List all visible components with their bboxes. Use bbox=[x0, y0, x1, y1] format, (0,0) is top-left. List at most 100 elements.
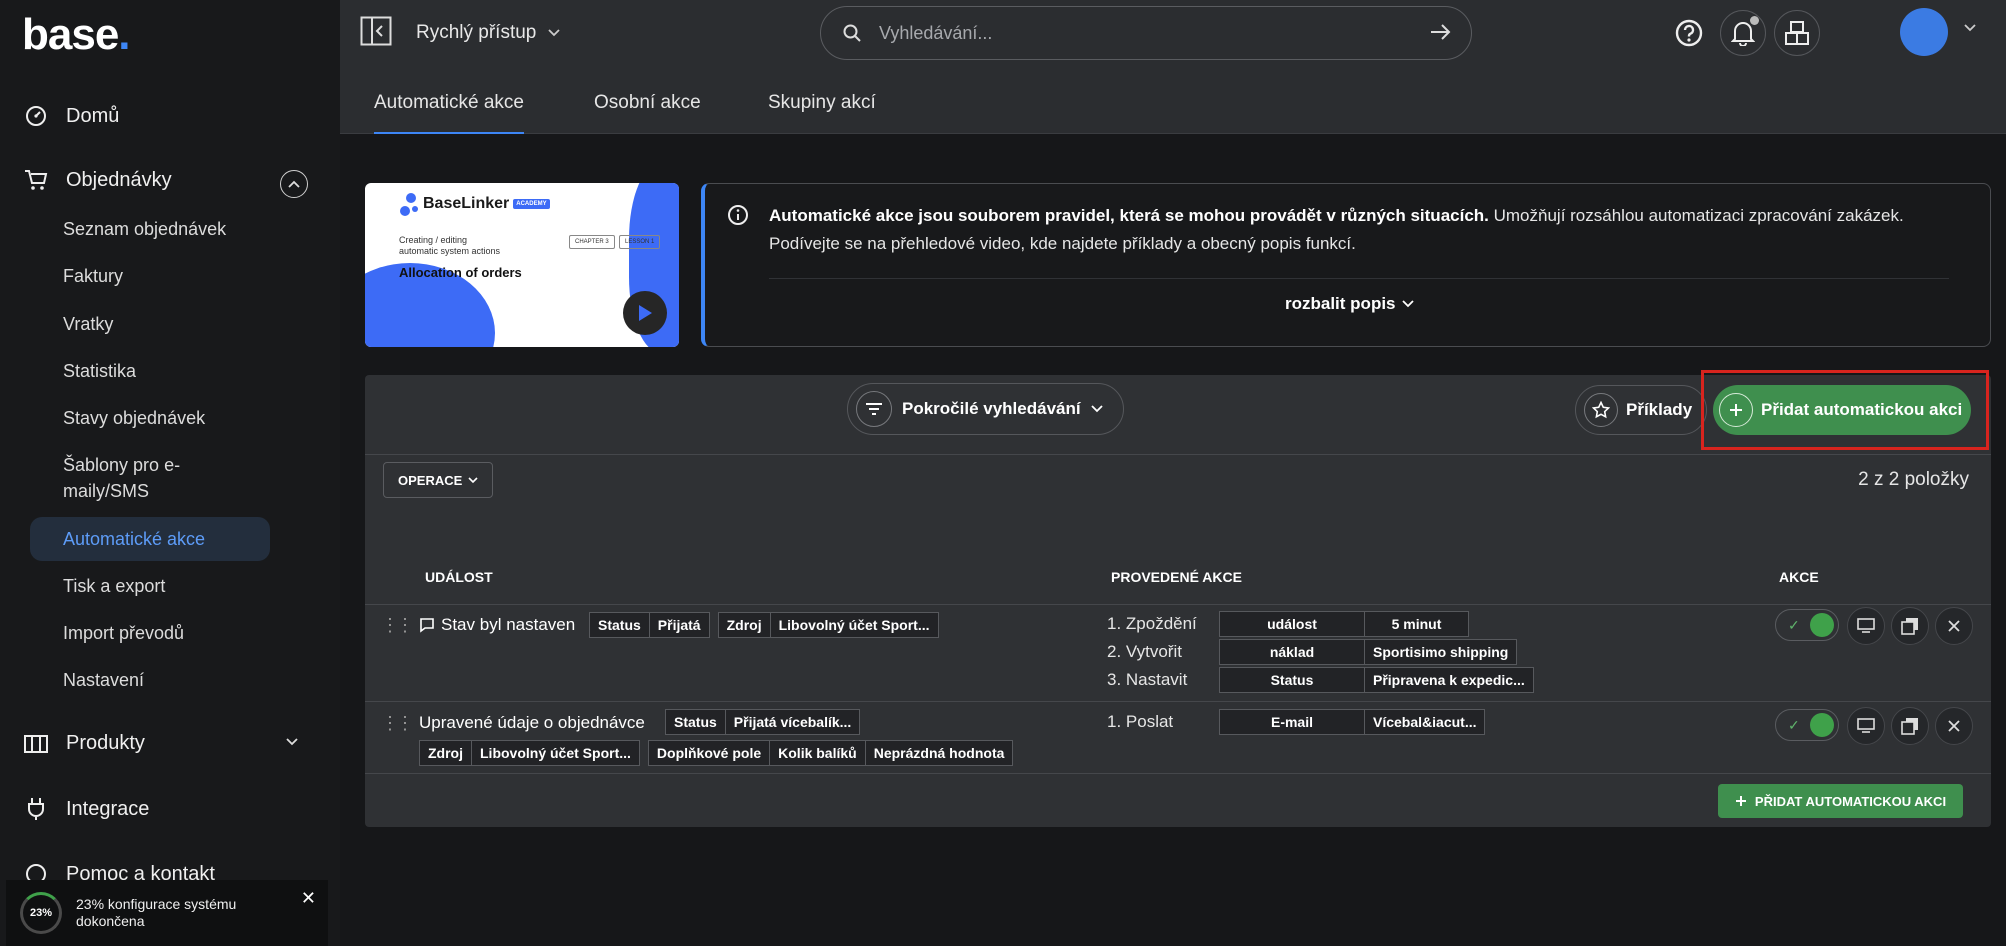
sidebar-item-integrations[interactable]: Integrace bbox=[22, 795, 149, 823]
event-conditions: Status Přijatá Zdroj Libovolný účet Spor… bbox=[589, 612, 939, 638]
sidebar-item-label: Integrace bbox=[66, 797, 150, 820]
event-name: Stav byl nastaven bbox=[419, 615, 575, 635]
sidebar-item-home[interactable]: Domů bbox=[22, 102, 119, 130]
preview-button[interactable] bbox=[1847, 707, 1885, 745]
sidebar-sub-templates[interactable]: Šablony pro e- maily/SMS bbox=[63, 452, 180, 504]
operations-dropdown[interactable]: OPERACE bbox=[383, 462, 494, 498]
search-bar bbox=[820, 6, 1472, 60]
panel-toolbar: Pokročilé vyhledávání Příklady Přidat au… bbox=[365, 370, 1991, 455]
close-icon[interactable]: ✕ bbox=[301, 888, 316, 909]
condition-tag: Status Přijatá bbox=[589, 612, 710, 638]
video-title: Allocation of orders bbox=[399, 265, 522, 280]
delete-button[interactable] bbox=[1935, 607, 1973, 645]
tab-action-groups[interactable]: Skupiny akcí bbox=[768, 92, 876, 114]
performed-action: 3. Nastavit Status Připravena k expedic.… bbox=[1107, 667, 1534, 693]
sidebar-sub-order-list[interactable]: Seznam objednávek bbox=[63, 216, 226, 242]
notifications-button[interactable] bbox=[1720, 10, 1766, 56]
dashboard-icon bbox=[22, 102, 50, 130]
apps-button[interactable] bbox=[1774, 10, 1820, 56]
sidebar-sub-settings[interactable]: Nastavení bbox=[63, 667, 144, 693]
event-name: Upravené údaje o objednávce bbox=[419, 713, 645, 732]
info-text: Automatické akce jsou souborem pravidel,… bbox=[769, 206, 1904, 253]
add-automatic-action-bottom-button[interactable]: PŘIDAT AUTOMATICKOU AKCI bbox=[1718, 784, 1963, 818]
examples-button[interactable]: Příklady bbox=[1575, 385, 1708, 435]
sidebar-sub-invoices[interactable]: Faktury bbox=[63, 263, 123, 289]
sidebar-item-label: Objednávky bbox=[66, 168, 172, 191]
column-header-event: UDÁLOST bbox=[425, 569, 493, 585]
sidebar: base. Domů Objednávky Seznam objednávek … bbox=[0, 0, 340, 946]
delete-button[interactable] bbox=[1935, 707, 1973, 745]
logo[interactable]: base. bbox=[22, 10, 131, 60]
info-icon bbox=[728, 205, 748, 225]
quick-access-dropdown[interactable]: Rychlý přístup bbox=[416, 22, 561, 44]
boxes-icon bbox=[1785, 21, 1809, 45]
close-icon bbox=[1948, 720, 1960, 732]
chevron-down-icon[interactable] bbox=[286, 738, 298, 746]
tutorial-video-thumbnail[interactable]: BaseLinker ACADEMY Creating / editing au… bbox=[365, 183, 679, 347]
cart-icon bbox=[22, 166, 50, 194]
question-icon bbox=[1675, 19, 1703, 47]
info-box: Automatické akce jsou souborem pravidel,… bbox=[701, 183, 1991, 347]
check-icon: ✓ bbox=[1788, 616, 1800, 633]
drag-handle-icon[interactable]: ⋮⋮ bbox=[381, 713, 414, 734]
advanced-search-button[interactable]: Pokročilé vyhledávání bbox=[847, 383, 1124, 435]
monitor-icon bbox=[1857, 718, 1875, 733]
notification-dot bbox=[1750, 16, 1759, 25]
duplicate-button[interactable] bbox=[1891, 707, 1929, 745]
sidebar-item-orders[interactable]: Objednávky bbox=[22, 166, 172, 194]
divider bbox=[365, 604, 1991, 605]
toggle-knob bbox=[1810, 613, 1834, 637]
active-toggle[interactable]: ✓ bbox=[1775, 709, 1839, 741]
search-input[interactable] bbox=[879, 22, 1399, 44]
performed-action: 1. Poslat E-mail Vícebal&iacut... bbox=[1107, 709, 1486, 735]
condition-tag: Zdroj Libovolný účet Sport... bbox=[419, 740, 640, 766]
search-icon bbox=[843, 24, 861, 42]
copy-icon bbox=[1901, 618, 1918, 635]
toast-text: 23% konfigurace systému dokončena bbox=[76, 896, 237, 929]
actions-panel: Pokročilé vyhledávání Příklady Přidat au… bbox=[365, 370, 1991, 827]
setup-progress-toast[interactable]: 23% 23% konfigurace systému dokončena ✕ bbox=[6, 880, 328, 946]
divider bbox=[365, 773, 1991, 774]
sidebar-toggle-icon[interactable] bbox=[360, 16, 392, 51]
monitor-icon bbox=[1857, 618, 1875, 633]
video-brand: BaseLinker ACADEMY bbox=[399, 191, 550, 217]
add-automatic-action-button[interactable]: Přidat automatickou akci bbox=[1713, 385, 1971, 435]
sidebar-sub-returns[interactable]: Vratky bbox=[63, 311, 113, 337]
chevron-down-icon[interactable] bbox=[1964, 24, 1976, 32]
sidebar-item-products[interactable]: Produkty bbox=[22, 729, 145, 757]
avatar[interactable] bbox=[1900, 8, 1948, 56]
drag-handle-icon[interactable]: ⋮⋮ bbox=[381, 615, 414, 636]
arrow-right-icon[interactable] bbox=[1429, 21, 1453, 43]
active-toggle[interactable]: ✓ bbox=[1775, 609, 1839, 641]
tab-personal-actions[interactable]: Osobní akce bbox=[594, 92, 701, 114]
column-header-actions-performed: PROVEDENÉ AKCE bbox=[1111, 569, 1242, 585]
chevron-down-icon bbox=[1401, 300, 1414, 308]
play-button[interactable] bbox=[623, 291, 667, 335]
sidebar-sub-import-transfers[interactable]: Import převodů bbox=[63, 620, 184, 646]
tab-automatic-actions[interactable]: Automatické akce bbox=[374, 92, 524, 134]
lesson-chip: LESSON 1 bbox=[619, 235, 661, 249]
sidebar-sub-print-export[interactable]: Tisk a export bbox=[63, 573, 165, 599]
performed-action: 1. Zpoždění událost 5 minut bbox=[1107, 611, 1469, 637]
chevron-up-icon bbox=[288, 180, 300, 188]
star-icon bbox=[1584, 393, 1618, 427]
top-bar: Rychlý přístup bbox=[340, 0, 2006, 66]
preview-button[interactable] bbox=[1847, 607, 1885, 645]
tab-bar: Automatické akce Osobní akce Skupiny akc… bbox=[340, 66, 2006, 134]
collapse-orders-button[interactable] bbox=[280, 170, 308, 198]
duplicate-button[interactable] bbox=[1891, 607, 1929, 645]
plus-icon bbox=[1719, 393, 1753, 427]
sidebar-sub-order-statuses[interactable]: Stavy objednávek bbox=[63, 405, 205, 431]
sidebar-sub-statistics[interactable]: Statistika bbox=[63, 358, 136, 384]
divider bbox=[769, 278, 1949, 279]
item-count: 2 z 2 položky bbox=[1858, 469, 1969, 490]
condition-tag: Doplňkové pole Kolik balíků Neprázdná ho… bbox=[647, 740, 1014, 766]
condition-tag: Zdroj Libovolný účet Sport... bbox=[717, 612, 939, 638]
help-button[interactable] bbox=[1666, 10, 1712, 56]
baselinker-logo-icon bbox=[400, 193, 418, 216]
plug-icon bbox=[22, 795, 50, 823]
expand-description-link[interactable]: rozbalit popis bbox=[1285, 294, 1414, 314]
check-icon: ✓ bbox=[1788, 716, 1800, 733]
divider bbox=[365, 701, 1991, 702]
sidebar-sub-automatic-actions[interactable]: Automatické akce bbox=[30, 517, 270, 561]
